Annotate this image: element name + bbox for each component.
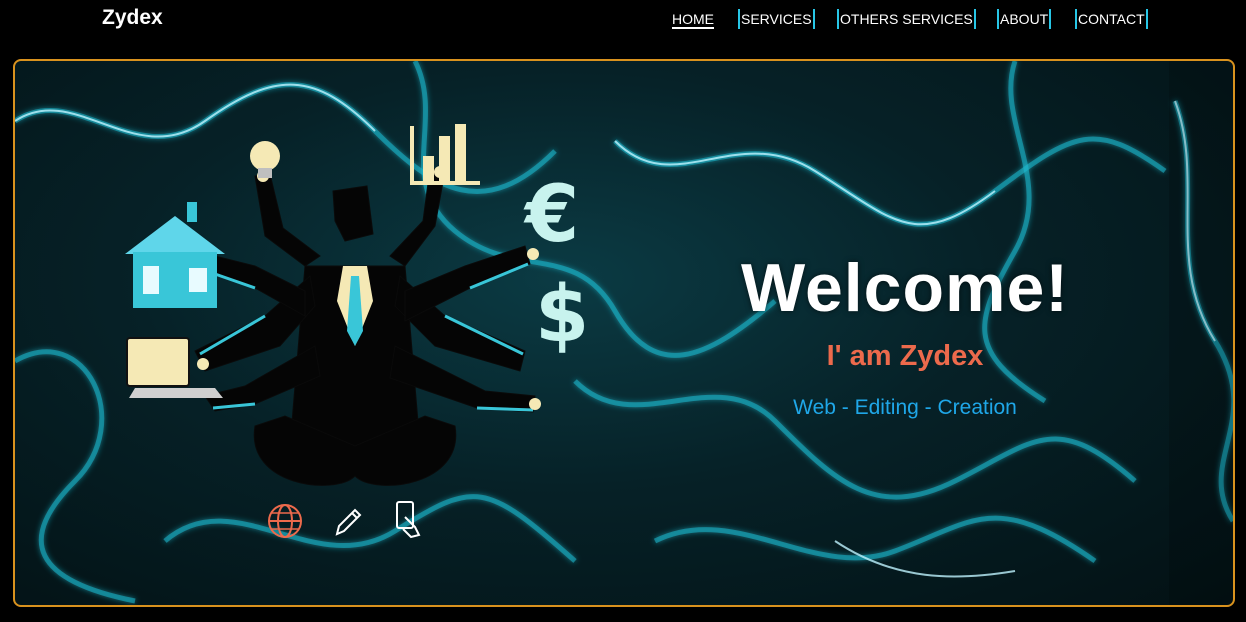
businessman-illustration: € $	[125, 124, 589, 486]
globe-icon[interactable]	[265, 501, 305, 541]
nav-about[interactable]: ABOUT	[997, 9, 1052, 29]
phone-touch-icon[interactable]	[389, 499, 429, 539]
skills-line: Web - Editing - Creation	[793, 396, 1017, 419]
hero-banner: € $ Welcome! I' am Zydex Web - Editing -…	[13, 59, 1235, 607]
bar-chart-icon	[410, 124, 480, 185]
nav-home[interactable]: HOME	[672, 9, 714, 29]
lightbulb-icon	[250, 141, 280, 178]
top-navigation-bar: Zydex HOME SERVICES OTHERS SERVICES ABOU…	[0, 0, 1246, 44]
nav-contact[interactable]: CONTACT	[1075, 9, 1148, 29]
euro-icon: €	[523, 170, 579, 260]
pencil-icon[interactable]	[327, 501, 367, 541]
tagline: I' am Zydex	[826, 340, 984, 372]
house-icon	[125, 202, 225, 308]
welcome-heading: Welcome!	[741, 250, 1069, 326]
main-nav: HOME SERVICES OTHERS SERVICES ABOUT CONT…	[0, 9, 1246, 31]
nav-others-services[interactable]: OTHERS SERVICES	[837, 9, 976, 29]
page: Zydex HOME SERVICES OTHERS SERVICES ABOU…	[0, 0, 1246, 622]
nav-services[interactable]: SERVICES	[738, 9, 815, 29]
